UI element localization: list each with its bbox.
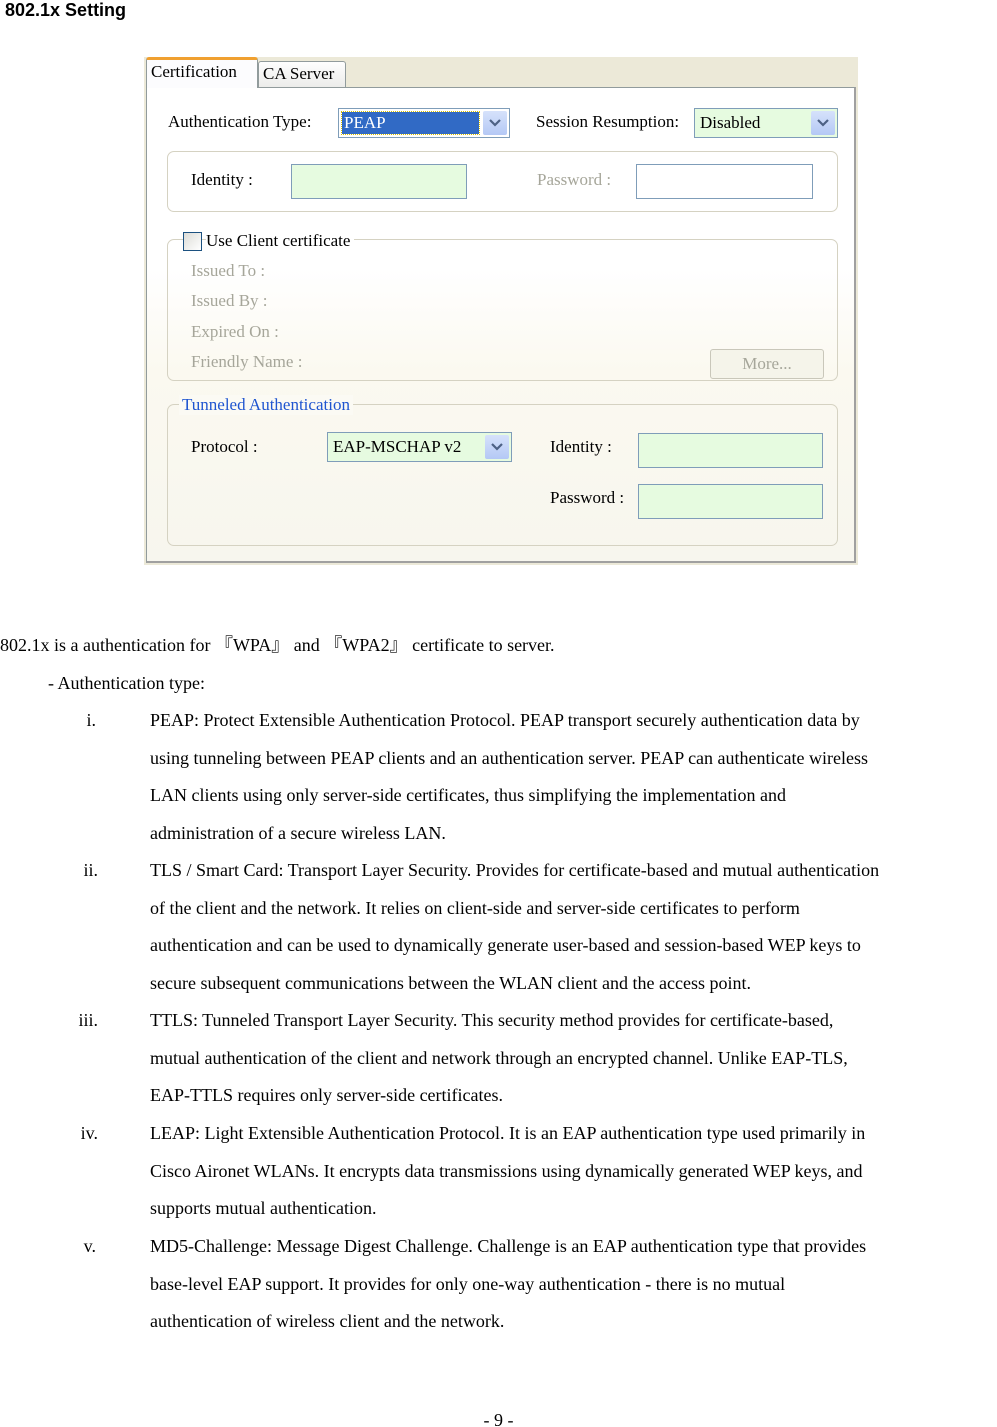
list-marker: ii.: [83, 860, 98, 880]
list-marker: iii.: [78, 1010, 98, 1030]
session-resumption-label: Session Resumption:: [536, 112, 680, 131]
password-label: Password :: [537, 170, 612, 189]
list-item-line: supports mutual authentication.: [150, 1198, 377, 1219]
auth-type-label: Authentication Type:: [168, 112, 312, 131]
issued-to-label: Issued To :: [191, 261, 266, 280]
list-item-line: PEAP: Protect Extensible Authentication …: [150, 710, 860, 730]
identity-label: Identity :: [191, 170, 253, 189]
list-item-line: EAP-TTLS requires only server-side certi…: [150, 1085, 504, 1106]
use-client-certificate-label: Use Client certificate: [206, 231, 355, 251]
chevron-down-icon[interactable]: [483, 111, 507, 135]
tunneled-password-input[interactable]: [638, 484, 823, 519]
list-item-line: LEAP: Light Extensible Authentication Pr…: [150, 1123, 866, 1143]
list-item-line: administration of a secure wireless LAN.: [150, 822, 446, 843]
list-marker: iv.: [80, 1123, 98, 1143]
tunneled-password-label: Password :: [550, 488, 625, 507]
session-resumption-select[interactable]: Disabled: [694, 108, 838, 138]
tunneled-identity-input[interactable]: [638, 433, 823, 468]
expired-on-label: Expired On :: [191, 322, 279, 341]
list-item-line: using tunneling between PEAP clients and…: [150, 747, 868, 768]
list-item-line: authentication of wireless client and th…: [150, 1311, 505, 1332]
chevron-down-icon[interactable]: [485, 435, 509, 459]
list-item-line: MD5-Challenge: Message Digest Challenge.…: [150, 1236, 867, 1256]
tab-bar: CA Server Certification: [144, 57, 858, 88]
tunneled-identity-label: Identity :: [550, 437, 612, 456]
auth-type-value: PEAP: [341, 111, 480, 135]
protocol-label: Protocol :: [191, 437, 258, 456]
8021x-settings-dialog: CA Server Certification Authentication T…: [144, 57, 858, 565]
tunneled-authentication-legend: Tunneled Authentication: [179, 395, 353, 415]
section-heading: 802.1x Setting: [5, 0, 127, 20]
session-resumption-value: Disabled: [700, 113, 761, 132]
list-item-line: LAN clients using only server-side certi…: [150, 785, 786, 806]
list-marker: i.: [86, 710, 96, 730]
list-item-line: TTLS: Tunneled Transport Layer Security.…: [150, 1010, 834, 1030]
tab-certification[interactable]: Certification: [146, 57, 258, 88]
page-number: - 9 -: [483, 1410, 514, 1427]
protocol-value: EAP-MSCHAP v2: [333, 437, 462, 456]
more-button[interactable]: More...: [710, 349, 824, 379]
list-item-line: secure subsequent communications between…: [150, 972, 751, 993]
auth-type-subheading: - Authentication type:: [48, 673, 205, 693]
password-input[interactable]: [636, 164, 813, 199]
list-item-line: of the client and the network. It relies…: [150, 897, 800, 918]
tab-ca-server[interactable]: CA Server: [258, 61, 346, 87]
issued-by-label: Issued By :: [191, 291, 268, 310]
list-item-line: mutual authentication of the client and …: [150, 1047, 848, 1068]
list-marker: v.: [83, 1236, 96, 1256]
identity-input[interactable]: [291, 164, 467, 199]
chevron-down-icon[interactable]: [811, 111, 835, 135]
intro-paragraph: 802.1x is a authentication for 『WPA』 and…: [0, 635, 555, 655]
list-item-line: base-level EAP support. It provides for …: [150, 1273, 786, 1294]
friendly-name-label: Friendly Name :: [191, 352, 303, 371]
tunneled-authentication-group: [167, 404, 838, 546]
certification-panel: Authentication Type: PEAP Session Resump…: [146, 87, 856, 563]
list-item-line: TLS / Smart Card: Transport Layer Securi…: [150, 860, 880, 880]
protocol-select[interactable]: EAP-MSCHAP v2: [327, 432, 512, 462]
use-client-certificate-checkbox[interactable]: [183, 232, 202, 251]
list-item-line: Cisco Aironet WLANs. It encrypts data tr…: [150, 1160, 863, 1181]
list-item-line: authentication and can be used to dynami…: [150, 935, 861, 956]
auth-type-select[interactable]: PEAP: [338, 108, 510, 138]
